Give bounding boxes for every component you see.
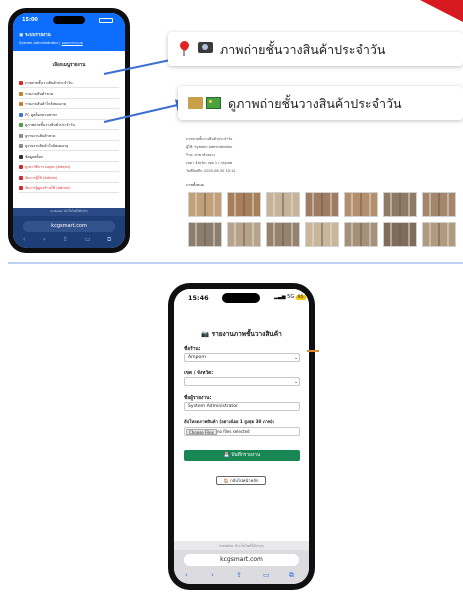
save-report-button[interactable]: 💾 บันทึกรายงาน xyxy=(184,450,300,461)
browser-address-bar[interactable]: kcgsmart.com xyxy=(184,554,299,566)
report-detail-line: ภาพถ่ายชั้นวางสินค้าประจำวัน xyxy=(186,137,233,141)
photo-thumbnail[interactable] xyxy=(383,222,417,247)
photo-thumbnail[interactable] xyxy=(266,192,300,217)
report-detail-line: ร้าน: สาขาตัวอย่าง xyxy=(186,153,216,157)
photo-thumbnail[interactable] xyxy=(344,192,378,217)
callout-take-photo: ภาพถ่ายชั้นวางสินค้าประจำวัน xyxy=(168,32,463,66)
save-icon: 💾 xyxy=(223,453,230,458)
store-select[interactable]: Amporn ⌄ xyxy=(184,353,300,362)
phone-form-screen: 15:46 ▂▃▅ 5G 95 📷 รายงานภาพชั้นวางสินค้า… xyxy=(174,289,309,584)
status-bar: 15:46 ▂▃▅ 5G 95 xyxy=(174,289,309,307)
tabs-icon[interactable]: ⧉ xyxy=(289,571,294,580)
forward-icon[interactable]: › xyxy=(211,571,214,579)
browser-url: kcgsmart.com xyxy=(220,556,263,563)
photo-thumbnail[interactable] xyxy=(422,192,456,217)
network-label: 5G xyxy=(287,294,295,300)
callout-view-photo-text: ดูภาพถ่ายชั้นวางสินค้าประจำวัน xyxy=(228,96,402,111)
share-icon[interactable]: ⇪ xyxy=(236,571,242,579)
photo-thumbnail[interactable] xyxy=(305,192,339,217)
photo-thumbnail[interactable] xyxy=(188,192,222,217)
footer-text: Installer นำเว็บไซต์ได้ง่ายๆ xyxy=(219,544,264,548)
pin-stem xyxy=(183,50,185,56)
store-label: ชื่อร้าน: xyxy=(184,347,201,352)
reporter-label: ชื่อผู้รายงาน: xyxy=(184,396,212,401)
photo-thumbnail[interactable] xyxy=(422,222,456,247)
status-indicators: ▂▃▅ 5G 95 xyxy=(274,294,306,300)
photo-thumbnail[interactable] xyxy=(266,222,300,247)
photo-thumbnail[interactable] xyxy=(305,222,339,247)
report-detail-line: วันที่บันทึก: 2025-06-30 10:12 xyxy=(186,169,236,173)
camera-icon xyxy=(198,42,213,53)
status-time: 15:46 xyxy=(188,294,209,302)
photo-report-preview: ภาพถ่ายชั้นวางสินค้าประจำวันผู้ใช้: Syst… xyxy=(178,130,463,254)
battery-badge: 95 xyxy=(295,295,306,300)
photo-thumbnail[interactable] xyxy=(344,222,378,247)
store-value: Amporn xyxy=(188,355,207,360)
home-icon: 🏠 xyxy=(223,478,229,483)
zone-select[interactable]: ⌄ xyxy=(184,377,300,386)
report-detail-line: ผู้ใช้: System Administrator xyxy=(186,145,233,149)
zone-label: เขต / จังหวัด: xyxy=(184,371,214,376)
folder-icon xyxy=(188,97,203,109)
callout-take-photo-text: ภาพถ่ายชั้นวางสินค้าประจำวัน xyxy=(220,42,386,57)
phone-form-screenshot: 15:46 ▂▃▅ 5G 95 📷 รายงานภาพชั้นวางสินค้า… xyxy=(168,283,315,590)
photo-thumbnail[interactable] xyxy=(188,222,222,247)
choose-files-button[interactable]: Choose Files xyxy=(186,429,217,435)
picture-icon xyxy=(206,97,221,109)
form-title: 📷 รายงานภาพชั้นวางสินค้า xyxy=(201,330,282,338)
callout-view-photo: ดูภาพถ่ายชั้นวางสินค้าประจำวัน xyxy=(178,86,463,120)
pointer-mark xyxy=(307,350,319,352)
reporter-value: System Administrator xyxy=(188,404,238,409)
back-icon[interactable]: ‹ xyxy=(185,571,188,579)
chevron-down-icon: ⌄ xyxy=(294,355,299,361)
bookmarks-icon[interactable]: ▭ xyxy=(263,571,270,579)
signal-icon: ▂▃▅ xyxy=(274,294,286,300)
photo-thumbnail[interactable] xyxy=(227,192,261,217)
report-detail-line: เขต / จังหวัด: เขต 1 / กรุงเทพ xyxy=(186,161,232,165)
file-input[interactable]: Choose Files no files selected xyxy=(184,427,300,436)
no-file-text: no files selected xyxy=(217,429,250,434)
chevron-down-icon: ⌄ xyxy=(294,379,299,385)
camera-icon: 📷 xyxy=(201,330,210,338)
gallery-label: ภาพทั้งหมด xyxy=(186,183,204,187)
photo-thumbnail[interactable] xyxy=(383,192,417,217)
upload-label: อัปโหลดภาพสินค้า (อย่างน้อย 1 สูงสุด 30 … xyxy=(184,419,275,424)
arrow-to-view-photo xyxy=(103,99,188,123)
dynamic-island xyxy=(222,293,260,303)
photo-thumbnail[interactable] xyxy=(227,222,261,247)
divider xyxy=(8,262,463,264)
reporter-input[interactable]: System Administrator xyxy=(184,402,300,411)
back-home-button[interactable]: 🏠 กลับไปหน้าหลัก xyxy=(216,476,266,485)
